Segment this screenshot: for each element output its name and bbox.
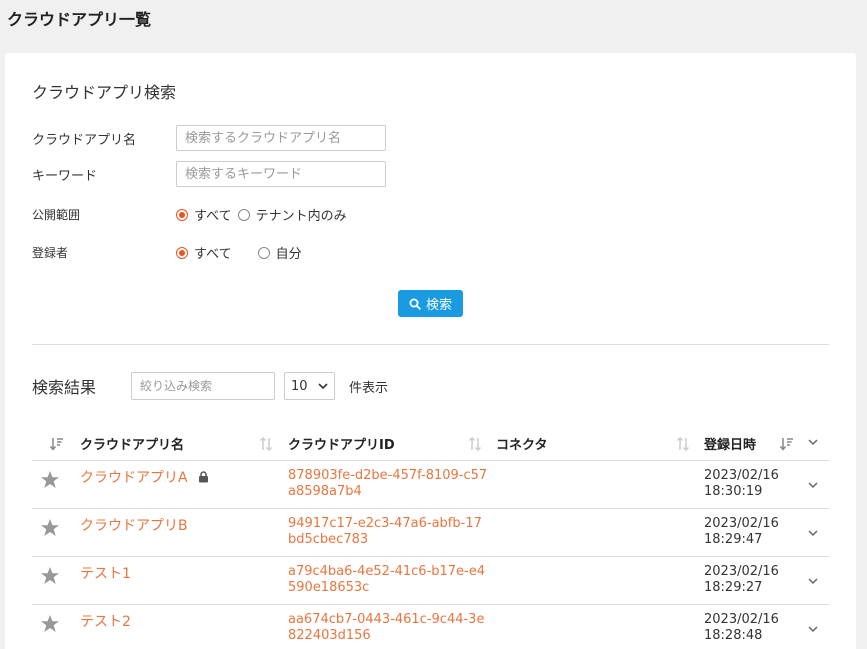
registrant-radio-all[interactable]: すべて: [176, 243, 232, 262]
row-divider: [32, 508, 829, 509]
app-name-text: クラウドアプリA: [80, 470, 188, 486]
registrant-label: 登録者: [32, 246, 69, 260]
star-icon[interactable]: [40, 518, 60, 538]
header-divider: [32, 460, 829, 461]
scope-radio-group: すべて テナント内のみ: [176, 205, 347, 224]
registered-date: 2023/02/16: [704, 564, 779, 579]
column-header-app-name[interactable]: クラウドアプリ名: [80, 434, 184, 453]
app-name-link[interactable]: テスト2: [80, 611, 131, 631]
registered-at: 2023/02/16 18:30:19: [704, 468, 779, 500]
star-icon[interactable]: [40, 470, 60, 490]
row-divider: [32, 556, 829, 557]
search-section-title: クラウドアプリ検索: [32, 83, 177, 102]
section-divider: [32, 344, 829, 345]
sort-desc-icon[interactable]: [780, 436, 794, 452]
filter-input[interactable]: [131, 372, 275, 400]
registrant-option-self-label: 自分: [275, 247, 302, 262]
search-icon: [409, 298, 421, 310]
app-name-label: クラウドアプリ名: [32, 133, 137, 148]
sort-desc-icon[interactable]: [50, 436, 64, 452]
app-name-text: テスト1: [80, 566, 131, 582]
page-title: クラウドアプリ一覧: [7, 10, 152, 29]
app-name-input[interactable]: [176, 125, 386, 151]
registrant-option-all-label: すべて: [194, 247, 232, 262]
registered-time: 18:29:27: [704, 580, 763, 595]
results-title: 検索結果: [32, 378, 97, 397]
registered-time: 18:29:47: [704, 532, 763, 547]
page-size-label: 件表示: [349, 381, 389, 396]
search-button[interactable]: 検索: [398, 290, 463, 317]
app-name-link[interactable]: クラウドアプリB: [80, 515, 188, 535]
registered-at: 2023/02/16 18:29:27: [704, 564, 779, 596]
column-header-registered-at[interactable]: 登録日時: [704, 434, 756, 453]
scope-label: 公開範囲: [32, 208, 81, 222]
star-icon[interactable]: [40, 566, 60, 586]
lock-icon: [198, 471, 208, 483]
page-size-select[interactable]: 10: [284, 372, 335, 400]
star-icon[interactable]: [40, 614, 60, 634]
app-id-link[interactable]: aa674cb7-0443-461c-9c44-3e822403d156: [288, 612, 488, 644]
sort-icon[interactable]: [259, 436, 273, 452]
scope-option-tenant-label: テナント内のみ: [255, 209, 347, 224]
chevron-down-icon[interactable]: [807, 527, 819, 539]
search-button-label: 検索: [425, 298, 452, 313]
radio-unchecked-icon: [237, 208, 250, 221]
registered-at: 2023/02/16 18:29:47: [704, 516, 779, 548]
registrant-radio-self[interactable]: 自分: [257, 243, 302, 262]
app-id-link[interactable]: 94917c17-e2c3-47a6-abfb-17bd5cbec783: [288, 516, 488, 548]
app-id-link[interactable]: 878903fe-d2be-457f-8109-c57a8598a7b4: [288, 468, 488, 500]
registered-time: 18:28:48: [704, 628, 763, 643]
main-card: クラウドアプリ検索 クラウドアプリ名 キーワード 公開範囲 すべて テナント内の…: [5, 53, 856, 649]
registered-time: 18:30:19: [704, 484, 763, 499]
app-name-text: クラウドアプリB: [80, 518, 188, 534]
radio-checked-icon: [176, 208, 188, 221]
radio-checked-icon: [176, 246, 188, 259]
scope-radio-all[interactable]: すべて: [176, 205, 232, 224]
scope-radio-tenant[interactable]: テナント内のみ: [237, 205, 347, 224]
column-header-app-id[interactable]: クラウドアプリID: [288, 434, 395, 453]
chevron-down-icon[interactable]: [807, 623, 819, 635]
keyword-input[interactable]: [176, 161, 386, 187]
sort-icon[interactable]: [468, 436, 482, 452]
chevron-down-icon[interactable]: [807, 479, 819, 491]
row-divider: [32, 604, 829, 605]
chevron-down-icon[interactable]: [807, 436, 819, 448]
app-name-text: テスト2: [80, 614, 131, 630]
scope-option-all-label: すべて: [194, 209, 232, 224]
chevron-down-icon[interactable]: [807, 575, 819, 587]
app-id-link[interactable]: a79c4ba6-4e52-41c6-b17e-e4590e18653c: [288, 564, 488, 596]
app-name-link[interactable]: クラウドアプリA: [80, 467, 209, 487]
keyword-label: キーワード: [32, 169, 98, 184]
app-name-link[interactable]: テスト1: [80, 563, 131, 583]
column-header-connector[interactable]: コネクタ: [496, 434, 547, 453]
registrant-radio-group: すべて 自分: [176, 243, 302, 262]
registered-date: 2023/02/16: [704, 468, 779, 483]
page-size-value: 10: [291, 378, 308, 394]
registered-date: 2023/02/16: [704, 612, 779, 627]
chevron-down-icon: [318, 382, 328, 389]
registered-date: 2023/02/16: [704, 516, 779, 531]
sort-icon[interactable]: [676, 436, 690, 452]
radio-unchecked-icon: [257, 246, 270, 259]
registered-at: 2023/02/16 18:28:48: [704, 612, 779, 644]
